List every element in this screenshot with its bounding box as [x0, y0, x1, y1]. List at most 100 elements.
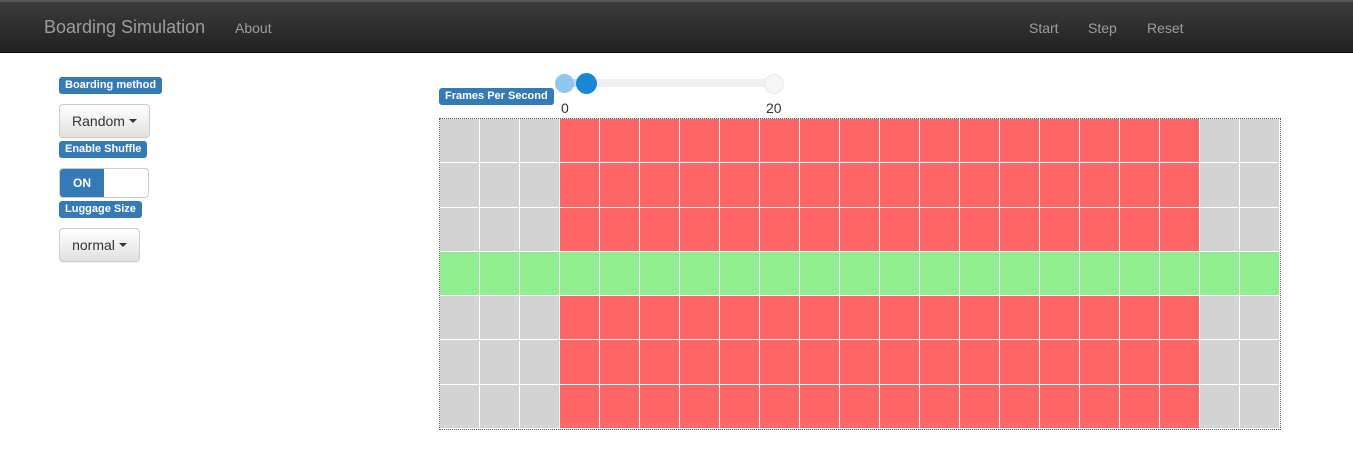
empty-cell [1240, 163, 1280, 208]
seat-cell [720, 384, 760, 429]
boarding-method-label: Boarding method [59, 77, 163, 94]
seat-cell [1120, 119, 1160, 164]
aisle-cell [1160, 251, 1200, 297]
seat-cell [640, 384, 680, 429]
seat-cell [680, 207, 720, 252]
empty-cell [440, 163, 480, 208]
fps-min-label: 0 [561, 100, 569, 116]
luggage-size-value: normal [72, 237, 115, 253]
empty-cell [480, 163, 520, 208]
empty-cell [480, 384, 520, 429]
seat-cell [680, 384, 720, 429]
seat-cell [1000, 207, 1040, 252]
seat-cell [880, 296, 920, 341]
seat-cell [560, 384, 600, 429]
seat-cell [600, 340, 640, 385]
empty-cell [1240, 207, 1280, 252]
shuffle-toggle[interactable]: ON [59, 168, 149, 198]
aisle-cell [840, 251, 880, 297]
aisle-cell [920, 251, 960, 297]
seat-cell [720, 163, 760, 208]
seat-cell [880, 340, 920, 385]
fps-slider-handle[interactable] [576, 73, 597, 94]
seat-cell [920, 119, 960, 164]
seat-cell [880, 163, 920, 208]
aisle-cell [680, 251, 720, 297]
seat-cell [840, 384, 880, 429]
seat-grid [439, 118, 1281, 430]
empty-cell [1240, 296, 1280, 341]
seat-cell [1120, 296, 1160, 341]
nav-start[interactable]: Start [1029, 19, 1059, 37]
seat-cell [960, 119, 1000, 164]
seat-cell [840, 207, 880, 252]
empty-cell [1240, 119, 1280, 164]
empty-cell [520, 296, 560, 341]
seat-cell [800, 340, 840, 385]
seat-cell [760, 384, 800, 429]
seat-cell [840, 119, 880, 164]
seat-cell [1000, 296, 1040, 341]
empty-cell [440, 384, 480, 429]
seat-cell [560, 207, 600, 252]
aisle-cell [1240, 251, 1280, 297]
empty-cell [520, 119, 560, 164]
empty-cell [1200, 384, 1240, 429]
shuffle-toggle-on: ON [60, 169, 104, 197]
aisle-cell [1200, 251, 1240, 297]
nav-reset[interactable]: Reset [1147, 19, 1184, 37]
fps-label: Frames Per Second [439, 88, 554, 105]
seat-cell [960, 384, 1000, 429]
seat-cell [560, 163, 600, 208]
seat-cell [1160, 207, 1200, 252]
empty-cell [520, 340, 560, 385]
aisle-cell [1040, 251, 1080, 297]
seat-cell [600, 207, 640, 252]
seat-cell [1040, 207, 1080, 252]
empty-cell [1200, 119, 1240, 164]
seat-cell [600, 384, 640, 429]
navbar-top-line [0, 0, 1353, 2]
empty-cell [480, 340, 520, 385]
seat-cell [960, 207, 1000, 252]
seat-cell [640, 163, 680, 208]
seat-cell [960, 296, 1000, 341]
seat-cell [760, 163, 800, 208]
seat-cell [1040, 296, 1080, 341]
aisle-cell [1080, 251, 1120, 297]
seat-cell [920, 296, 960, 341]
aisle-cell [600, 251, 640, 297]
brand-title[interactable]: Boarding Simulation [44, 17, 205, 37]
seat-cell [1120, 384, 1160, 429]
seat-cell [560, 296, 600, 341]
aisle-cell [520, 251, 560, 297]
navbar: Boarding Simulation About Start Step Res… [0, 0, 1353, 53]
seat-cell [1040, 119, 1080, 164]
seat-cell [560, 340, 600, 385]
seat-cell [1080, 163, 1120, 208]
seat-cell [600, 296, 640, 341]
luggage-size-label: Luggage Size [59, 201, 142, 218]
luggage-size-dropdown[interactable]: normal [59, 228, 140, 262]
seat-cell [640, 296, 680, 341]
nav-step[interactable]: Step [1088, 19, 1117, 37]
fps-slider-min-handle [555, 74, 574, 93]
seat-cell [1080, 296, 1120, 341]
nav-about[interactable]: About [235, 19, 272, 37]
seat-cell [960, 163, 1000, 208]
seat-cell [640, 207, 680, 252]
seat-cell [680, 340, 720, 385]
seat-cell [920, 207, 960, 252]
fps-slider-max-handle [764, 74, 784, 94]
fps-max-label: 20 [766, 100, 782, 116]
seat-cell [1160, 296, 1200, 341]
seat-cell [760, 207, 800, 252]
aisle-cell [760, 251, 800, 297]
seat-cell [680, 163, 720, 208]
aisle-cell [480, 251, 520, 297]
seat-cell [800, 207, 840, 252]
empty-cell [480, 207, 520, 252]
seat-cell [1120, 340, 1160, 385]
boarding-method-dropdown[interactable]: Random [59, 104, 150, 138]
seat-cell [1040, 340, 1080, 385]
